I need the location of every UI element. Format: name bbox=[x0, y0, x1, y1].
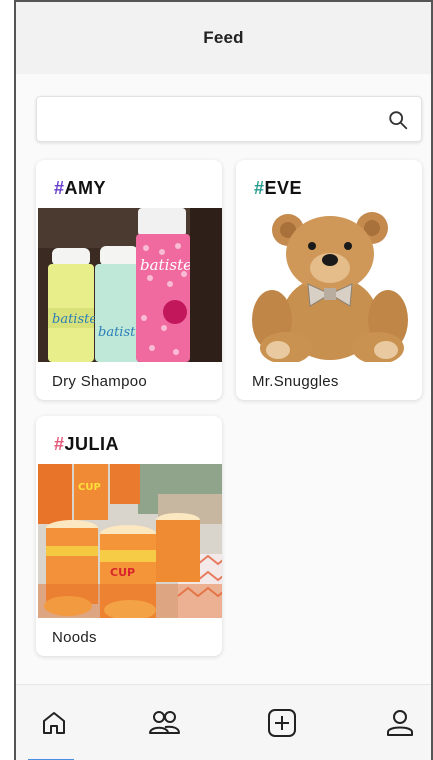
feed-card-amy[interactable]: #AMY batiste batiste batiste Dry Shampoo bbox=[36, 160, 222, 400]
hash-symbol: # bbox=[54, 178, 65, 198]
card-tag: #AMY bbox=[54, 178, 106, 199]
nav-home-button[interactable] bbox=[34, 703, 74, 743]
nav-profile-button[interactable] bbox=[380, 703, 420, 743]
friends-icon bbox=[149, 711, 180, 734]
card-caption: Dry Shampoo bbox=[52, 373, 148, 390]
svg-text:CUP: CUP bbox=[110, 566, 135, 579]
add-post-icon bbox=[268, 709, 296, 737]
card-tag: #JULIA bbox=[54, 434, 119, 455]
card-caption: Noods bbox=[52, 629, 97, 646]
search-bar[interactable] bbox=[36, 96, 422, 142]
card-image-dry-shampoo: batiste batiste batiste bbox=[38, 208, 222, 362]
card-image-cup-noodles: CUP CUP bbox=[38, 464, 222, 618]
feed-card-julia[interactable]: #JULIA CUP CUP Noods bbox=[36, 416, 222, 656]
card-image-teddy-bear bbox=[238, 208, 422, 362]
nav-friends-button[interactable] bbox=[144, 703, 184, 743]
header: Feed bbox=[16, 2, 431, 74]
cup-noodles-image: CUP CUP bbox=[38, 464, 222, 618]
card-tag-name: AMY bbox=[64, 178, 107, 198]
svg-text:batiste: batiste bbox=[140, 256, 192, 274]
card-caption: Mr.Snuggles bbox=[252, 373, 339, 390]
dry-shampoo-image: batiste batiste batiste bbox=[38, 208, 222, 362]
bottom-navigation bbox=[16, 684, 431, 760]
card-tag: #EVE bbox=[254, 178, 302, 199]
page-title: Feed bbox=[203, 28, 244, 47]
home-icon bbox=[43, 712, 65, 734]
svg-text:CUP: CUP bbox=[78, 482, 101, 493]
search-input[interactable] bbox=[37, 97, 377, 141]
card-tag-name: JULIA bbox=[64, 434, 120, 454]
svg-text:batiste: batiste bbox=[52, 312, 97, 327]
teddy-bear-image bbox=[238, 208, 422, 362]
hash-symbol: # bbox=[54, 434, 65, 454]
hash-symbol: # bbox=[254, 178, 265, 198]
card-tag-name: EVE bbox=[264, 178, 303, 198]
feed-card-eve[interactable]: #EVE Mr.Snuggles bbox=[236, 160, 422, 400]
profile-icon bbox=[387, 710, 413, 736]
app-frame: Feed #AMY batiste batiste batiste Dry Sh… bbox=[14, 0, 433, 760]
nav-add-post-button[interactable] bbox=[262, 703, 302, 743]
search-icon[interactable] bbox=[387, 109, 409, 131]
